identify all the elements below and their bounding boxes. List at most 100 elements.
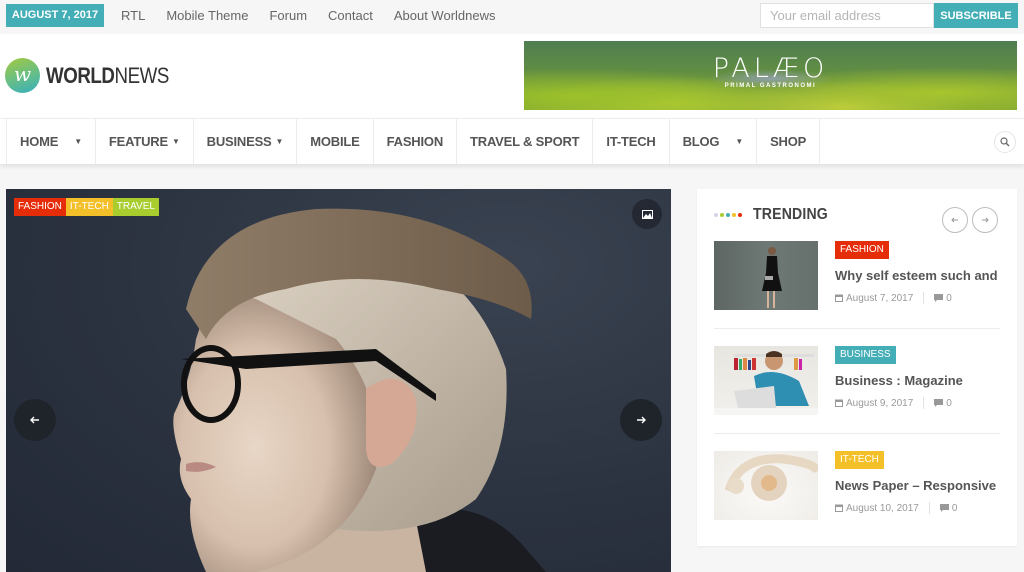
- calendar-icon: [835, 504, 843, 512]
- trending-thumbnail[interactable]: [714, 451, 818, 520]
- comment-count: 0: [946, 397, 952, 409]
- top-link-rtl[interactable]: RTL: [121, 8, 145, 23]
- trending-item[interactable]: BUSINESS Business : Magazine August 9, 2…: [714, 346, 1000, 416]
- dot: [726, 213, 730, 217]
- slide-tags: FASHION IT-TECH TRAVEL: [14, 198, 159, 216]
- logo-text: WORLDNEWS: [46, 63, 169, 89]
- calendar-icon: [835, 399, 843, 407]
- comment-count: 0: [951, 502, 958, 514]
- meta-divider: [923, 292, 925, 304]
- post-date: August 9, 2017: [846, 397, 914, 409]
- nav-label: FEATURE: [108, 134, 168, 149]
- logo-text-light: NEWS: [114, 62, 170, 88]
- post-date: August 10, 2017: [846, 502, 919, 514]
- slide-prev-button[interactable]: [14, 399, 56, 441]
- caret-down-icon: ▼: [74, 137, 82, 146]
- ad-banner[interactable]: PALÆO PRIMAL GASTRONOMI: [524, 41, 1017, 110]
- tag-travel[interactable]: TRAVEL: [112, 198, 159, 216]
- dots-icon: [714, 213, 742, 217]
- category-badge[interactable]: FASHION: [835, 241, 889, 259]
- logo-mark: w: [5, 58, 40, 93]
- search-icon: [1000, 137, 1010, 147]
- nav-item-travel-sport[interactable]: TRAVEL & SPORT: [456, 119, 592, 164]
- main-nav: HOME ▼ FEATURE ▼ BUSINESS ▼ MOBILE FASHION …: [0, 118, 1024, 164]
- divider: [714, 433, 1000, 434]
- site-logo[interactable]: w WORLDNEWS: [5, 58, 191, 93]
- caret-down-icon: ▼: [171, 137, 180, 146]
- ad-tagline: PRIMAL GASTRONOMI: [724, 83, 817, 89]
- trending-nav: [942, 207, 998, 233]
- comment-icon: [934, 399, 944, 407]
- trending-thumbnail[interactable]: [714, 241, 818, 310]
- featured-image: [173, 208, 546, 572]
- top-link-mobile-theme[interactable]: Mobile Theme: [166, 8, 248, 23]
- meta-divider: [923, 397, 925, 409]
- slide-next-button[interactable]: [620, 399, 662, 441]
- nav-item-home[interactable]: HOME ▼: [6, 119, 95, 164]
- search-button[interactable]: [994, 131, 1016, 153]
- caret-down-icon: ▼: [735, 137, 744, 146]
- top-link-about[interactable]: About Worldnews: [394, 8, 496, 23]
- nav-label: SHOP: [770, 134, 807, 149]
- trending-prev-button[interactable]: [942, 207, 968, 233]
- arrow-left-icon: [951, 217, 958, 223]
- trending-headline[interactable]: Business : Magazine: [835, 373, 963, 388]
- arrow-left-icon: [30, 416, 39, 424]
- trending-header: TRENDING: [714, 206, 838, 224]
- post-date: August 7, 2017: [846, 292, 914, 304]
- media-type-badge: [632, 199, 662, 229]
- subscribe-form: SUBSCRIBLE: [760, 3, 1018, 28]
- image-icon: [641, 209, 653, 219]
- nav-item-shop[interactable]: SHOP: [756, 119, 821, 164]
- trending-headline[interactable]: Why self esteem such and: [835, 268, 998, 283]
- trending-headline[interactable]: News Paper – Responsive: [835, 478, 996, 493]
- nav-label: BUSINESS: [206, 134, 272, 149]
- comment-count: 0: [946, 292, 952, 304]
- nav-label: MOBILE: [310, 134, 360, 149]
- top-link-contact[interactable]: Contact: [328, 8, 373, 23]
- headphones-photo: [724, 454, 818, 501]
- comment-icon: [939, 504, 949, 512]
- dot: [714, 213, 718, 217]
- nav-label: TRAVEL & SPORT: [470, 134, 580, 149]
- email-input[interactable]: [760, 3, 934, 28]
- dot: [738, 213, 742, 217]
- category-badge[interactable]: BUSINESS: [835, 346, 896, 364]
- trending-thumbnail[interactable]: [714, 346, 818, 415]
- date-badge: AUGUST 7, 2017: [6, 4, 104, 27]
- nav-item-it-tech[interactable]: IT-TECH: [592, 119, 668, 164]
- nav-item-feature[interactable]: FEATURE ▼: [94, 119, 193, 164]
- nav-label: IT-TECH: [606, 134, 656, 149]
- trending-widget: TRENDING FASHION Why self esteem such an…: [697, 189, 1017, 546]
- featured-slider[interactable]: FASHION IT-TECH TRAVEL: [6, 189, 671, 572]
- calendar-icon: [835, 294, 843, 302]
- tag-it-tech[interactable]: IT-TECH: [65, 198, 113, 216]
- post-meta: August 10, 2017 0: [835, 502, 957, 514]
- trending-item[interactable]: FASHION Why self esteem such and August …: [714, 241, 1000, 311]
- post-meta: August 9, 2017 0: [835, 397, 952, 409]
- nav-label: FASHION: [386, 134, 444, 149]
- category-badge[interactable]: IT-TECH: [835, 451, 884, 469]
- nav-item-business[interactable]: BUSINESS ▼: [192, 119, 297, 164]
- trending-next-button[interactable]: [972, 207, 998, 233]
- trending-title: TRENDING: [753, 206, 828, 223]
- arrow-right-icon: [637, 416, 646, 424]
- nav-items: HOME ▼ FEATURE ▼ BUSINESS ▼ MOBILE FASHION …: [6, 119, 821, 164]
- nav-item-mobile[interactable]: MOBILE: [296, 119, 372, 164]
- logo-text-bold: WORLD: [46, 62, 115, 88]
- top-links: RTL Mobile Theme Forum Contact About Wor…: [121, 0, 517, 31]
- top-link-forum[interactable]: Forum: [269, 8, 307, 23]
- dot: [732, 213, 736, 217]
- nav-item-blog[interactable]: BLOG ▼: [668, 119, 756, 164]
- fashion-photo: [762, 247, 782, 308]
- ad-brand: PALÆO: [712, 53, 829, 84]
- comment-icon: [934, 294, 944, 302]
- nav-item-fashion[interactable]: FASHION: [372, 119, 456, 164]
- meta-divider: [928, 502, 930, 514]
- trending-item[interactable]: IT-TECH News Paper – Responsive August 1…: [714, 451, 1000, 521]
- dot: [720, 213, 724, 217]
- subscribe-button[interactable]: SUBSCRIBLE: [934, 3, 1018, 28]
- top-bar: AUGUST 7, 2017 RTL Mobile Theme Forum Co…: [0, 0, 1024, 34]
- tag-fashion[interactable]: FASHION: [14, 198, 66, 216]
- post-meta: August 7, 2017 0: [835, 292, 952, 304]
